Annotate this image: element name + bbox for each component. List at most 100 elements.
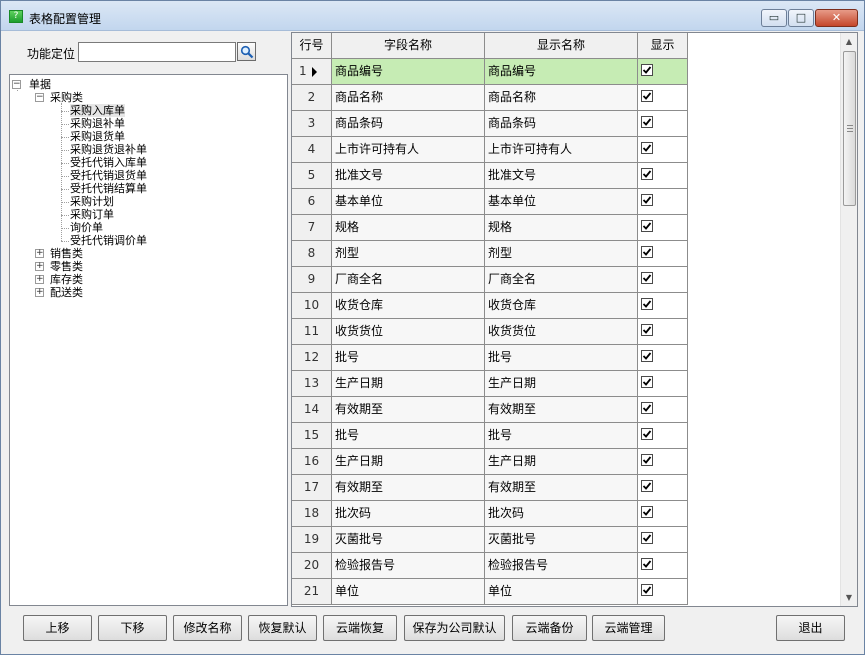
- row-number[interactable]: 7: [292, 215, 332, 241]
- display-name-cell[interactable]: 生产日期: [485, 449, 638, 475]
- table-row[interactable]: 16 生产日期 生产日期: [292, 449, 688, 475]
- display-name-cell[interactable]: 上市许可持有人: [485, 137, 638, 163]
- table-row[interactable]: 14 有效期至 有效期至: [292, 397, 688, 423]
- display-name-cell[interactable]: 收货仓库: [485, 293, 638, 319]
- table-row[interactable]: 7 规格 规格: [292, 215, 688, 241]
- row-number[interactable]: 5: [292, 163, 332, 189]
- display-name-cell[interactable]: 检验报告号: [485, 553, 638, 579]
- field-name-cell[interactable]: 批次码: [332, 501, 485, 527]
- row-number[interactable]: 16: [292, 449, 332, 475]
- cloud-backup-button[interactable]: 云端备份: [512, 615, 587, 641]
- row-number[interactable]: 17: [292, 475, 332, 501]
- show-checkbox[interactable]: [641, 90, 653, 102]
- display-name-cell[interactable]: 厂商全名: [485, 267, 638, 293]
- tree-node-group[interactable]: 配送类: [50, 286, 83, 299]
- row-number[interactable]: 20: [292, 553, 332, 579]
- table-row[interactable]: 1 商品编号 商品编号: [292, 59, 688, 85]
- function-tree[interactable]: − 单据 − 采购类 采购入库单 采购退补单 采购退货单 采购退货退补单 受托代销入库单 受托代销…: [9, 74, 288, 606]
- table-row[interactable]: 8 剂型 剂型: [292, 241, 688, 267]
- show-checkbox[interactable]: [641, 246, 653, 258]
- table-row[interactable]: 6 基本单位 基本单位: [292, 189, 688, 215]
- display-name-cell[interactable]: 单位: [485, 579, 638, 605]
- row-number[interactable]: 10: [292, 293, 332, 319]
- display-name-cell[interactable]: 批次码: [485, 501, 638, 527]
- scroll-up-icon[interactable]: ▲: [841, 33, 857, 50]
- search-input[interactable]: [78, 42, 236, 62]
- field-name-cell[interactable]: 上市许可持有人: [332, 137, 485, 163]
- show-checkbox[interactable]: [641, 506, 653, 518]
- field-name-cell[interactable]: 灭菌批号: [332, 527, 485, 553]
- display-name-cell[interactable]: 收货货位: [485, 319, 638, 345]
- group-expander-icon[interactable]: +: [35, 249, 44, 258]
- tree-node-leaf[interactable]: 采购计划: [70, 195, 114, 208]
- tree-node-group[interactable]: 库存类: [50, 273, 83, 286]
- table-row[interactable]: 19 灭菌批号 灭菌批号: [292, 527, 688, 553]
- move-down-button[interactable]: 下移: [98, 615, 167, 641]
- table-row[interactable]: 12 批号 批号: [292, 345, 688, 371]
- restore-default-button[interactable]: 恢复默认: [248, 615, 317, 641]
- table-row[interactable]: 20 检验报告号 检验报告号: [292, 553, 688, 579]
- field-name-cell[interactable]: 收货仓库: [332, 293, 485, 319]
- show-checkbox[interactable]: [641, 220, 653, 232]
- vertical-scrollbar[interactable]: ▲ ▼: [840, 33, 857, 606]
- group-expander-icon[interactable]: +: [35, 262, 44, 271]
- field-name-cell[interactable]: 剂型: [332, 241, 485, 267]
- display-name-cell[interactable]: 商品编号: [485, 59, 638, 85]
- field-name-cell[interactable]: 单位: [332, 579, 485, 605]
- cloud-manage-button[interactable]: 云端管理: [592, 615, 665, 641]
- display-name-cell[interactable]: 有效期至: [485, 475, 638, 501]
- table-row[interactable]: 13 生产日期 生产日期: [292, 371, 688, 397]
- table-row[interactable]: 21 单位 单位: [292, 579, 688, 605]
- cloud-restore-button[interactable]: 云端恢复: [323, 615, 397, 641]
- table-row[interactable]: 2 商品名称 商品名称: [292, 85, 688, 111]
- table-row[interactable]: 15 批号 批号: [292, 423, 688, 449]
- field-name-cell[interactable]: 批号: [332, 345, 485, 371]
- table-row[interactable]: 11 收货货位 收货货位: [292, 319, 688, 345]
- field-name-cell[interactable]: 有效期至: [332, 475, 485, 501]
- table-row[interactable]: 17 有效期至 有效期至: [292, 475, 688, 501]
- row-number[interactable]: 18: [292, 501, 332, 527]
- table-row[interactable]: 4 上市许可持有人 上市许可持有人: [292, 137, 688, 163]
- tree-node-leaf[interactable]: 采购退货单: [70, 130, 125, 143]
- show-checkbox[interactable]: [641, 480, 653, 492]
- display-name-cell[interactable]: 有效期至: [485, 397, 638, 423]
- show-checkbox[interactable]: [641, 558, 653, 570]
- field-name-cell[interactable]: 批号: [332, 423, 485, 449]
- field-name-cell[interactable]: 生产日期: [332, 371, 485, 397]
- display-name-cell[interactable]: 商品条码: [485, 111, 638, 137]
- table-row[interactable]: 10 收货仓库 收货仓库: [292, 293, 688, 319]
- maximize-button[interactable]: □: [788, 9, 814, 27]
- show-checkbox[interactable]: [641, 454, 653, 466]
- tree-node-leaf[interactable]: 采购入库单: [70, 104, 125, 117]
- column-header[interactable]: 行号: [292, 33, 332, 59]
- tree-node-leaf[interactable]: 采购退补单: [70, 117, 125, 130]
- show-checkbox[interactable]: [641, 324, 653, 336]
- field-name-cell[interactable]: 商品条码: [332, 111, 485, 137]
- tree-node-group[interactable]: 零售类: [50, 260, 83, 273]
- row-number[interactable]: 3: [292, 111, 332, 137]
- show-checkbox[interactable]: [641, 298, 653, 310]
- row-number[interactable]: 19: [292, 527, 332, 553]
- field-name-cell[interactable]: 基本单位: [332, 189, 485, 215]
- field-config-grid[interactable]: 行号 字段名称 显示名称 显示 1 商品编号 商品编号 2 商品名称 商品名称 3 商品条码 商品条码…: [291, 32, 858, 607]
- display-name-cell[interactable]: 基本单位: [485, 189, 638, 215]
- display-name-cell[interactable]: 剂型: [485, 241, 638, 267]
- row-number[interactable]: 14: [292, 397, 332, 423]
- show-checkbox[interactable]: [641, 376, 653, 388]
- row-number[interactable]: 13: [292, 371, 332, 397]
- row-number[interactable]: 8: [292, 241, 332, 267]
- column-header[interactable]: 字段名称: [332, 33, 485, 59]
- tree-node-root[interactable]: 单据: [29, 78, 51, 91]
- row-number[interactable]: 11: [292, 319, 332, 345]
- tree-node-group[interactable]: 销售类: [50, 247, 83, 260]
- field-name-cell[interactable]: 收货货位: [332, 319, 485, 345]
- tree-node-leaf[interactable]: 受托代销入库单: [70, 156, 147, 169]
- field-name-cell[interactable]: 商品编号: [332, 59, 485, 85]
- display-name-cell[interactable]: 灭菌批号: [485, 527, 638, 553]
- root-expander-icon[interactable]: −: [12, 80, 21, 89]
- show-checkbox[interactable]: [641, 194, 653, 206]
- row-number[interactable]: 9: [292, 267, 332, 293]
- scroll-thumb[interactable]: [843, 51, 856, 206]
- tree-node-leaf[interactable]: 受托代销退货单: [70, 169, 147, 182]
- table-row[interactable]: 5 批准文号 批准文号: [292, 163, 688, 189]
